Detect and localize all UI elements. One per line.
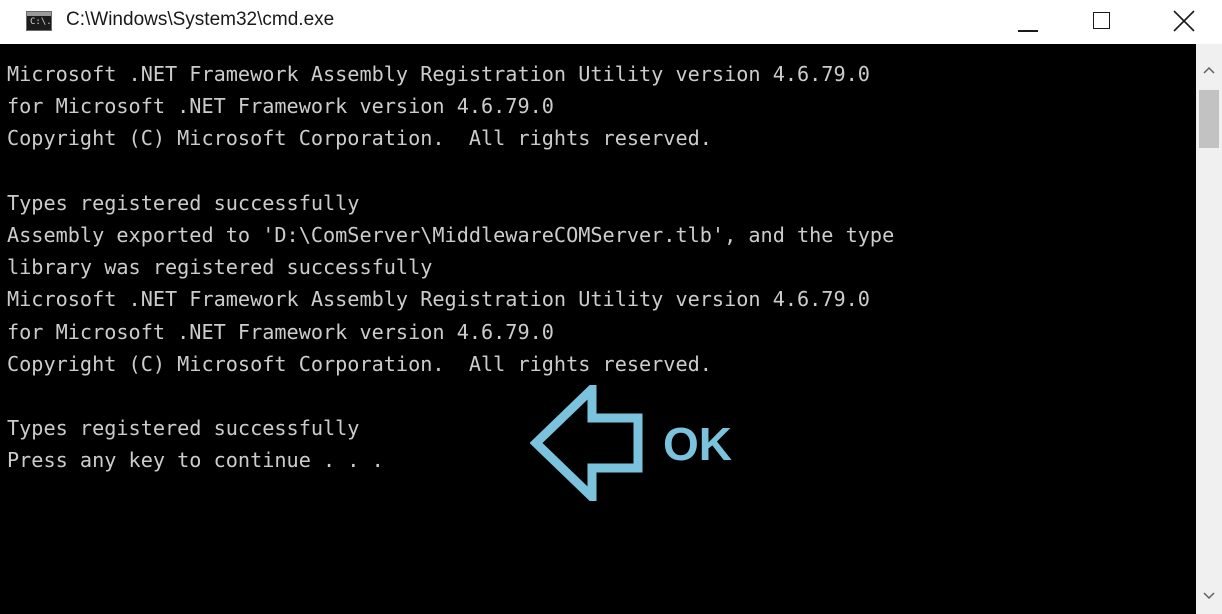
close-icon — [1173, 10, 1195, 32]
console-line: library was registered successfully — [7, 255, 433, 280]
scroll-down-icon — [1203, 592, 1215, 600]
console-line: Assembly exported to 'D:\ComServer\Middl… — [7, 223, 895, 248]
console-line: for Microsoft .NET Framework version 4.6… — [7, 319, 554, 344]
scroll-down-button[interactable] — [1196, 578, 1222, 614]
console-line: Copyright (C) Microsoft Corporation. All… — [7, 351, 712, 376]
vertical-scrollbar[interactable] — [1196, 44, 1222, 614]
scroll-up-icon — [1203, 66, 1215, 74]
scroll-thumb[interactable] — [1199, 90, 1219, 148]
console-line: Copyright (C) Microsoft Corporation. All… — [7, 126, 712, 151]
console-line: Microsoft .NET Framework Assembly Regist… — [7, 287, 870, 312]
cmd-window: C:\. C:\Windows\System32\cmd.exe Microso… — [0, 0, 1222, 614]
left-arrow-icon — [530, 385, 643, 501]
annotation-label: OK — [663, 418, 732, 470]
console-line: for Microsoft .NET Framework version 4.6… — [7, 94, 554, 119]
maximize-icon — [1093, 12, 1110, 29]
console-line: Press any key to continue . . . — [7, 448, 384, 473]
console-text: Microsoft .NET Framework Assembly Regist… — [7, 58, 894, 477]
console-output[interactable]: Microsoft .NET Framework Assembly Regist… — [0, 44, 1196, 614]
minimize-button[interactable] — [996, 0, 1058, 44]
cmd-icon[interactable]: C:\. — [26, 11, 52, 31]
console-line: Microsoft .NET Framework Assembly Regist… — [7, 62, 870, 86]
cmd-icon-text: C:\. — [30, 17, 52, 27]
maximize-button[interactable] — [1070, 0, 1132, 44]
console-line: Types registered successfully — [7, 190, 360, 215]
minimize-icon — [1018, 30, 1038, 32]
window-title: C:\Windows\System32\cmd.exe — [66, 9, 335, 30]
scroll-up-button[interactable] — [1196, 44, 1222, 88]
title-bar[interactable]: C:\. C:\Windows\System32\cmd.exe — [0, 0, 1222, 44]
console-line: Types registered successfully — [7, 416, 360, 441]
close-button[interactable] — [1153, 0, 1215, 44]
